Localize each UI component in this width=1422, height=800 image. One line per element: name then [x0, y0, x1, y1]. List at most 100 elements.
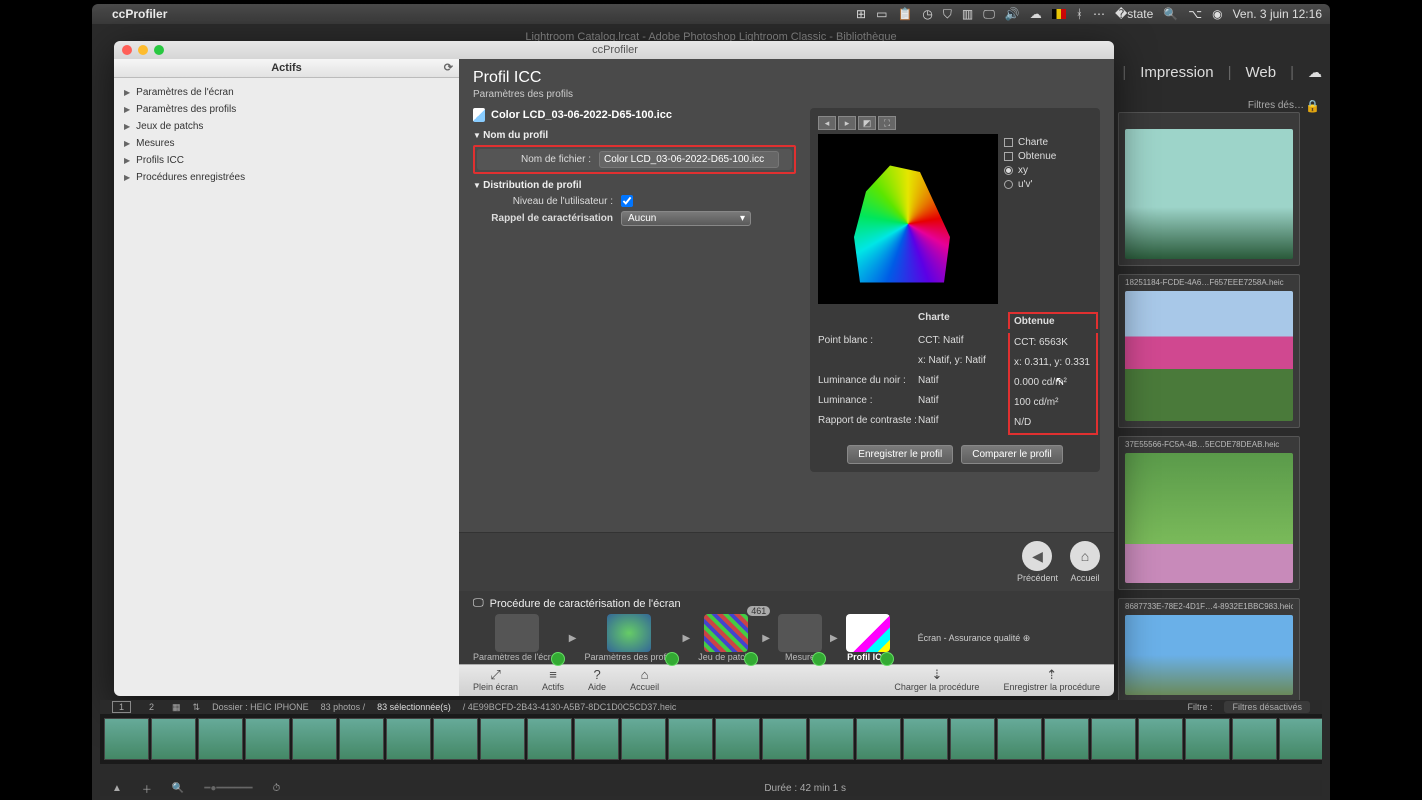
add-icon: ⊕	[1023, 633, 1031, 643]
help-button[interactable]: ?Aide	[588, 668, 606, 692]
assets-button[interactable]: ≡Actifs	[542, 668, 564, 692]
gamut-chart-panel: ◂ ▸ ◩ ⛶ Charte Obtenue	[810, 108, 1100, 472]
step-measure[interactable]: Mesure	[778, 614, 822, 662]
menu-extra-icon[interactable]: ⊞	[856, 7, 866, 21]
thumb-image	[1125, 615, 1293, 695]
cie-chromaticity-diagram	[818, 134, 998, 304]
tree-item[interactable]: Procédures enregistrées	[124, 169, 449, 186]
fullscreen-button[interactable]: ⤢Plein écran	[473, 668, 518, 692]
section-profile-name[interactable]: Nom du profil	[473, 130, 796, 141]
bluetooth-icon[interactable]: ᚼ	[1076, 7, 1083, 21]
filmstrip[interactable]	[100, 714, 1322, 764]
thumbnail[interactable]	[1118, 112, 1300, 266]
zoom-tool-icon[interactable]: 🔍	[172, 783, 184, 794]
save-profile-button[interactable]: Enregistrer le profil	[847, 445, 953, 464]
cloud-icon[interactable]: ☁	[1308, 64, 1322, 81]
tree-item[interactable]: Paramètres de l'écran	[124, 84, 449, 101]
tree-item[interactable]: Jeux de patchs	[124, 118, 449, 135]
chart-tool-icon[interactable]: ⛶	[878, 116, 896, 130]
nav-home[interactable]: ⌂Accueil	[1070, 541, 1100, 583]
legend-xy[interactable]: xy	[1004, 165, 1092, 176]
filename-label: Nom de fichier :	[481, 154, 591, 165]
menu-extra-icon[interactable]: ⛉	[943, 7, 952, 22]
page-subtitle: Paramètres des profils	[473, 89, 1100, 100]
zoom-button[interactable]	[154, 45, 164, 55]
menubar-clock[interactable]: Ven. 3 juin 12:16	[1233, 7, 1322, 21]
chart-tool-icon[interactable]: ▸	[838, 116, 856, 130]
step-screen-params[interactable]: Paramètres de l'écran	[473, 614, 561, 662]
folder-label: Dossier : HEIC IPHONE	[212, 702, 309, 712]
window-title: ccProfiler	[592, 44, 638, 56]
tree-item[interactable]: Mesures	[124, 135, 449, 152]
refresh-icon[interactable]: ⟳	[444, 61, 453, 74]
timer-icon[interactable]: ⏱	[273, 783, 281, 794]
legend-uv[interactable]: u'v'	[1004, 179, 1092, 190]
pointer-tool-icon[interactable]: ▲	[112, 783, 122, 794]
menu-extra-icon[interactable]: ⋯	[1093, 7, 1105, 21]
sort-icon[interactable]: ⇅	[193, 702, 201, 713]
tree-item[interactable]: Profils ICC	[124, 152, 449, 169]
legend-obtenue[interactable]: Obtenue	[1004, 151, 1092, 162]
search-icon[interactable]: 🔍	[1163, 7, 1178, 21]
recall-select[interactable]: Aucun	[621, 211, 751, 226]
editor-toolstrip: ▲ ＋ 🔍 ━●━━━━━━ ⏱ Durée : 42 min 1 s	[100, 780, 1322, 796]
tab-impression[interactable]: Impression	[1140, 64, 1213, 81]
thumb-image	[1125, 129, 1293, 259]
tree-item[interactable]: Paramètres des profils	[124, 101, 449, 118]
sidebar-header: Actifs ⟳	[114, 59, 459, 78]
page-indicator[interactable]: 2	[143, 702, 160, 712]
file-label: / 4E99BCFD-2B43-4130-A5B7-8DC1D0C5CD37.h…	[463, 702, 677, 712]
wifi-icon[interactable]: �state	[1115, 7, 1153, 21]
flag-belgium-icon[interactable]	[1052, 9, 1066, 19]
filter-label: Filtre :	[1187, 702, 1212, 712]
step-profile-params[interactable]: Paramètres des profils	[584, 614, 674, 662]
filter-label[interactable]: Filtres dés…	[1248, 100, 1304, 111]
grid-icon[interactable]: ▦	[172, 702, 181, 713]
thumbnail[interactable]: 8687733E-78E2-4D1F…4-8932E1BBC983.heic	[1118, 598, 1300, 702]
menu-extra-icon[interactable]: 📋	[897, 7, 912, 21]
duration-label: Durée : 42 min 1 s	[764, 783, 846, 794]
legend-charte[interactable]: Charte	[1004, 137, 1092, 148]
menu-extra-icon[interactable]: ▭	[876, 7, 887, 21]
home-button[interactable]: ⌂Accueil	[630, 668, 659, 692]
compare-profile-button[interactable]: Comparer le profil	[961, 445, 1062, 464]
sidebar-tree: Paramètres de l'écran Paramètres des pro…	[114, 78, 459, 192]
volume-icon[interactable]: 🔊	[1005, 7, 1020, 21]
thumbnail[interactable]: 18251184-FCDE-4A6…F657EEE7258A.heic	[1118, 274, 1300, 428]
menu-extra-icon[interactable]: ▥	[962, 7, 973, 21]
userlevel-checkbox[interactable]	[621, 195, 633, 207]
nav-previous[interactable]: ◀Précédent	[1017, 541, 1058, 583]
save-procedure-button[interactable]: ⇡Enregistrer la procédure	[1003, 668, 1100, 692]
thumbnail[interactable]: 37E55566-FC5A-4B…5ECDE78DEAB.heic	[1118, 436, 1300, 590]
window-titlebar: ccProfiler	[114, 41, 1114, 59]
add-tool-icon[interactable]: ＋	[142, 781, 152, 796]
userlevel-label: Niveau de l'utilisateur :	[473, 196, 613, 207]
siri-icon[interactable]: ◉	[1212, 7, 1222, 21]
bottom-toolbar: ⤢Plein écran ≡Actifs ?Aide ⌂Accueil ⇣Cha…	[459, 664, 1114, 696]
step-patch-set[interactable]: 461Jeu de patchs	[698, 614, 754, 662]
control-center-icon[interactable]: ⌥	[1188, 7, 1202, 21]
monitor-icon: 🖵	[473, 597, 484, 610]
tab-web[interactable]: Web	[1246, 64, 1277, 81]
chart-tool-icon[interactable]: ◂	[818, 116, 836, 130]
menu-extra-icon[interactable]: ☁	[1030, 7, 1042, 21]
load-procedure-button[interactable]: ⇣Charger la procédure	[894, 668, 979, 692]
icc-file-icon	[473, 108, 485, 122]
highlight-filename: Nom de fichier :	[473, 145, 796, 174]
macos-menubar: ccProfiler ⊞ ▭ 📋 ◷ ⛉ ▥ 🖵 🔊 ☁ ᚼ ⋯ �state …	[92, 4, 1330, 24]
menu-extra-icon[interactable]: 🖵	[983, 7, 995, 22]
close-button[interactable]	[122, 45, 132, 55]
menubar-app-name[interactable]: ccProfiler	[112, 7, 167, 21]
section-distribution[interactable]: Distribution de profil	[473, 180, 796, 191]
menu-extra-icon[interactable]: ◷	[922, 7, 932, 21]
chart-tool-icon[interactable]: ◩	[858, 116, 876, 130]
lightroom-info-bar: 1 2 ▦ ⇅ Dossier : HEIC IPHONE 83 photos …	[100, 700, 1322, 714]
qa-label[interactable]: Écran - Assurance qualité ⊕	[918, 633, 1031, 644]
filter-dropdown[interactable]: Filtres désactivés	[1224, 701, 1310, 713]
filename-input[interactable]	[599, 151, 779, 168]
minimize-button[interactable]	[138, 45, 148, 55]
lock-icon[interactable]: 🔒	[1305, 99, 1320, 113]
recall-label: Rappel de caractérisation	[473, 213, 613, 224]
step-icc-profile[interactable]: Profil ICC	[846, 614, 890, 662]
page-indicator[interactable]: 1	[112, 701, 131, 713]
